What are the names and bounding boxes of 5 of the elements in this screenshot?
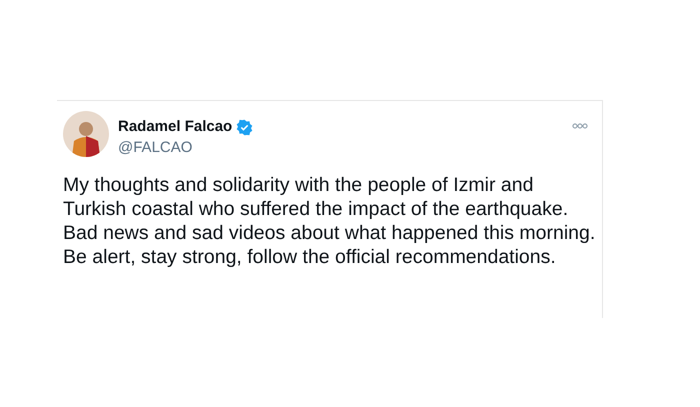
more-options-icon[interactable] [572, 123, 588, 129]
avatar[interactable] [63, 111, 109, 157]
author-name[interactable]: Radamel Falcao [118, 116, 232, 138]
author-handle[interactable]: @FALCAO [118, 138, 572, 156]
tweet-text: My thoughts and solidarity with the people of Izmir and Turkish coastal who suffered the impact of the earthquake. Bad news and sad videos about what happened this morning. Be alert, stay strong, follow the official recommendations. [63, 173, 596, 269]
